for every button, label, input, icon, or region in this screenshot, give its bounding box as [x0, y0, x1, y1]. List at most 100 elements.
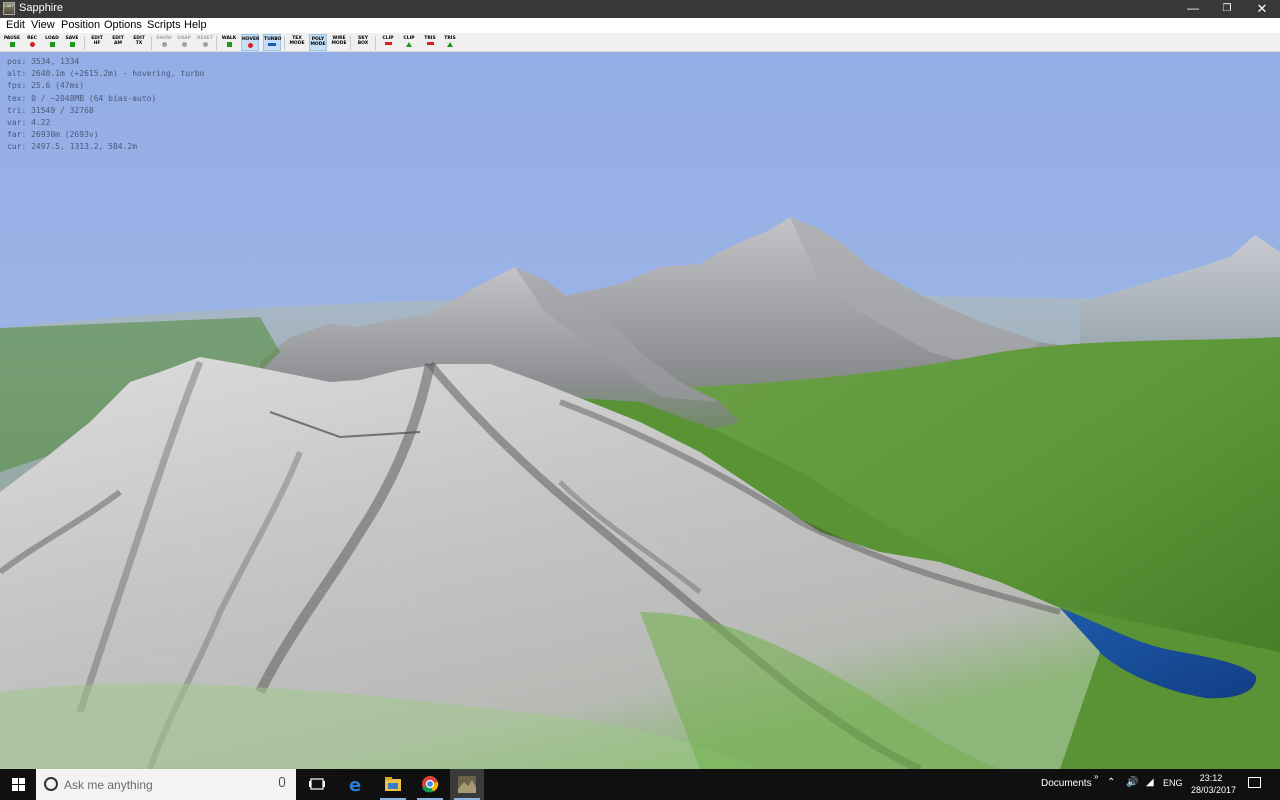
clock[interactable]: 23:12 28/03/2017	[1191, 772, 1236, 796]
action-center-icon[interactable]	[1248, 777, 1261, 788]
toolbar-button-label: SNAP	[177, 36, 191, 41]
toolbar-save-button[interactable]: SAVE	[63, 34, 81, 51]
microphone-icon[interactable]	[279, 777, 285, 787]
toolbar-hover-button[interactable]: HOVER	[241, 34, 260, 51]
toolbar-button-label: PAUSE	[3, 36, 21, 41]
l3dt-app-icon	[458, 776, 476, 793]
toolbar-button-label: TRIS	[444, 36, 456, 41]
toolbar-button-label: POLY MODE	[310, 37, 326, 47]
toolbar-edit-am-button[interactable]: EDIT AM	[109, 34, 127, 51]
toolbar-separator	[375, 36, 376, 50]
toolbar-button-label: TURBO	[264, 37, 282, 42]
hud-pos: pos: 3534, 1334	[7, 57, 80, 66]
menu-bar: Edit View Position Options Scripts Help	[0, 18, 1280, 33]
toolbar-poly-mode-button[interactable]: POLY MODE	[309, 34, 327, 51]
toolbar-rec-button[interactable]: REC	[23, 34, 41, 51]
toolbar-button-label: EDIT TX	[133, 36, 145, 46]
grey-indicator-icon	[202, 42, 208, 47]
hud-far: far: 26930m (2693v)	[7, 130, 99, 140]
toolbar-pause-button[interactable]: PAUSE	[3, 34, 21, 51]
toolbar-tris-button[interactable]: TRIS	[421, 34, 439, 51]
close-button[interactable]: ✕	[1245, 0, 1279, 18]
toolbar-wire-mode-button[interactable]: WIRE MODE	[330, 34, 348, 51]
windows-logo-icon	[12, 778, 25, 791]
menu-options[interactable]: Options	[104, 19, 142, 31]
toolbar-tex-mode-button[interactable]: TEX MODE	[288, 34, 306, 51]
rbar-indicator-icon	[384, 42, 392, 45]
toolbar-show-button[interactable]: SHOW	[155, 34, 173, 51]
task-view-icon	[309, 778, 325, 790]
toolbar-load-button[interactable]: LOAD	[43, 34, 61, 51]
edge-icon: e	[349, 775, 361, 796]
toolbar-walk-button[interactable]: WALK	[220, 34, 238, 51]
green-indicator-icon	[9, 42, 15, 47]
menu-position[interactable]: Position	[61, 19, 100, 31]
toolbar-separator	[284, 36, 285, 50]
blue-indicator-icon	[268, 43, 276, 46]
menu-view[interactable]: View	[31, 19, 55, 31]
gup-indicator-icon	[447, 42, 453, 47]
menu-edit[interactable]: Edit	[6, 19, 25, 31]
window-title: Sapphire	[19, 2, 64, 14]
toolbar-turbo-button[interactable]: TURBO	[263, 34, 281, 51]
toolbar-button-label: SAVE	[65, 36, 79, 41]
hud-overlay: pos: 3534, 1334 alt: 2640.1m (+2615.2m) …	[7, 56, 204, 154]
toolbar-button-label: WIRE MODE	[331, 36, 347, 46]
toolbar-button-label: EDIT AM	[112, 36, 124, 46]
edge-button[interactable]: e	[339, 769, 373, 800]
maximize-button[interactable]: ❐	[1210, 0, 1244, 18]
hud-alt: alt: 2640.1m (+2615.2m) - hovering, turb…	[7, 69, 205, 79]
hud-cur: cur: 2497.5, 1313.2, 584.2m	[7, 142, 138, 152]
toolbar-button-label: REC	[27, 36, 37, 41]
terrain-render	[0, 52, 1280, 769]
green-indicator-icon	[69, 42, 75, 47]
toolbar-button-label: RESET	[197, 36, 213, 41]
network-icon[interactable]: ◢	[1146, 777, 1154, 788]
toolbar-clip-button[interactable]: CLIP	[400, 34, 418, 51]
search-box[interactable]: Ask me anything	[36, 769, 296, 800]
title-bar: L3DT Sapphire — ❐ ✕	[0, 0, 1280, 18]
toolbar-button-label: SKY BOX	[357, 36, 369, 46]
toolbar-clip-button[interactable]: CLIP	[379, 34, 397, 51]
toolbar-snap-button[interactable]: SNAP	[175, 34, 193, 51]
language-indicator[interactable]: ENG	[1163, 778, 1183, 788]
folder-icon	[385, 777, 401, 791]
toolbar-chevron-icon[interactable]: »	[1094, 772, 1098, 781]
toolbar-button-label: CLIP	[382, 36, 394, 41]
toolbar-tris-button[interactable]: TRIS	[441, 34, 459, 51]
task-view-button[interactable]	[300, 769, 334, 800]
show-hidden-icons-icon[interactable]: ⌃	[1107, 777, 1115, 788]
hud-tri: tri: 31549 / 32768	[7, 105, 94, 115]
cortana-icon	[44, 777, 58, 791]
toolbar-edit-tx-button[interactable]: EDIT TX	[130, 34, 148, 51]
svg-text:e: e	[349, 775, 361, 796]
rbar-indicator-icon	[426, 42, 434, 45]
documents-toolbar[interactable]: Documents	[1041, 778, 1092, 789]
toolbar-reset-button[interactable]: RESET	[196, 34, 214, 51]
clock-time: 23:12	[1199, 773, 1223, 783]
menu-scripts[interactable]: Scripts	[147, 19, 181, 31]
toolbar-button-label: EDIT HF	[91, 36, 103, 46]
toolbar-button-label: TRIS	[424, 36, 436, 41]
green-indicator-icon	[226, 42, 232, 47]
red-indicator-icon	[29, 42, 35, 47]
file-explorer-button[interactable]	[376, 769, 410, 800]
terrain-viewport[interactable]: pos: 3534, 1334 alt: 2640.1m (+2615.2m) …	[0, 52, 1280, 769]
toolbar-separator	[84, 36, 85, 50]
toolbar-edit-hf-button[interactable]: EDIT HF	[88, 34, 106, 51]
volume-icon[interactable]: 🔊	[1126, 777, 1138, 788]
chrome-button[interactable]	[413, 769, 447, 800]
toolbar-button-label: SHOW	[156, 36, 172, 41]
grey-indicator-icon	[161, 42, 167, 47]
minimize-button[interactable]: —	[1176, 0, 1210, 18]
toolbar-button-label: CLIP	[403, 36, 415, 41]
toolbar-separator	[350, 36, 351, 50]
menu-help[interactable]: Help	[184, 19, 207, 31]
toolbar: PAUSE REC LOAD SAVE EDIT HF EDIT AM EDIT TX SHO…	[0, 33, 1280, 52]
start-button[interactable]	[0, 769, 36, 800]
hud-tex: tex: 0 / ~2048MB (64 bias-auto)	[7, 93, 157, 103]
hud-fps: fps: 25.6 (47ms)	[7, 81, 85, 91]
l3dt-button[interactable]	[450, 769, 484, 800]
app-icon[interactable]: L3DT	[3, 2, 15, 15]
toolbar-sky-box-button[interactable]: SKY BOX	[354, 34, 372, 51]
